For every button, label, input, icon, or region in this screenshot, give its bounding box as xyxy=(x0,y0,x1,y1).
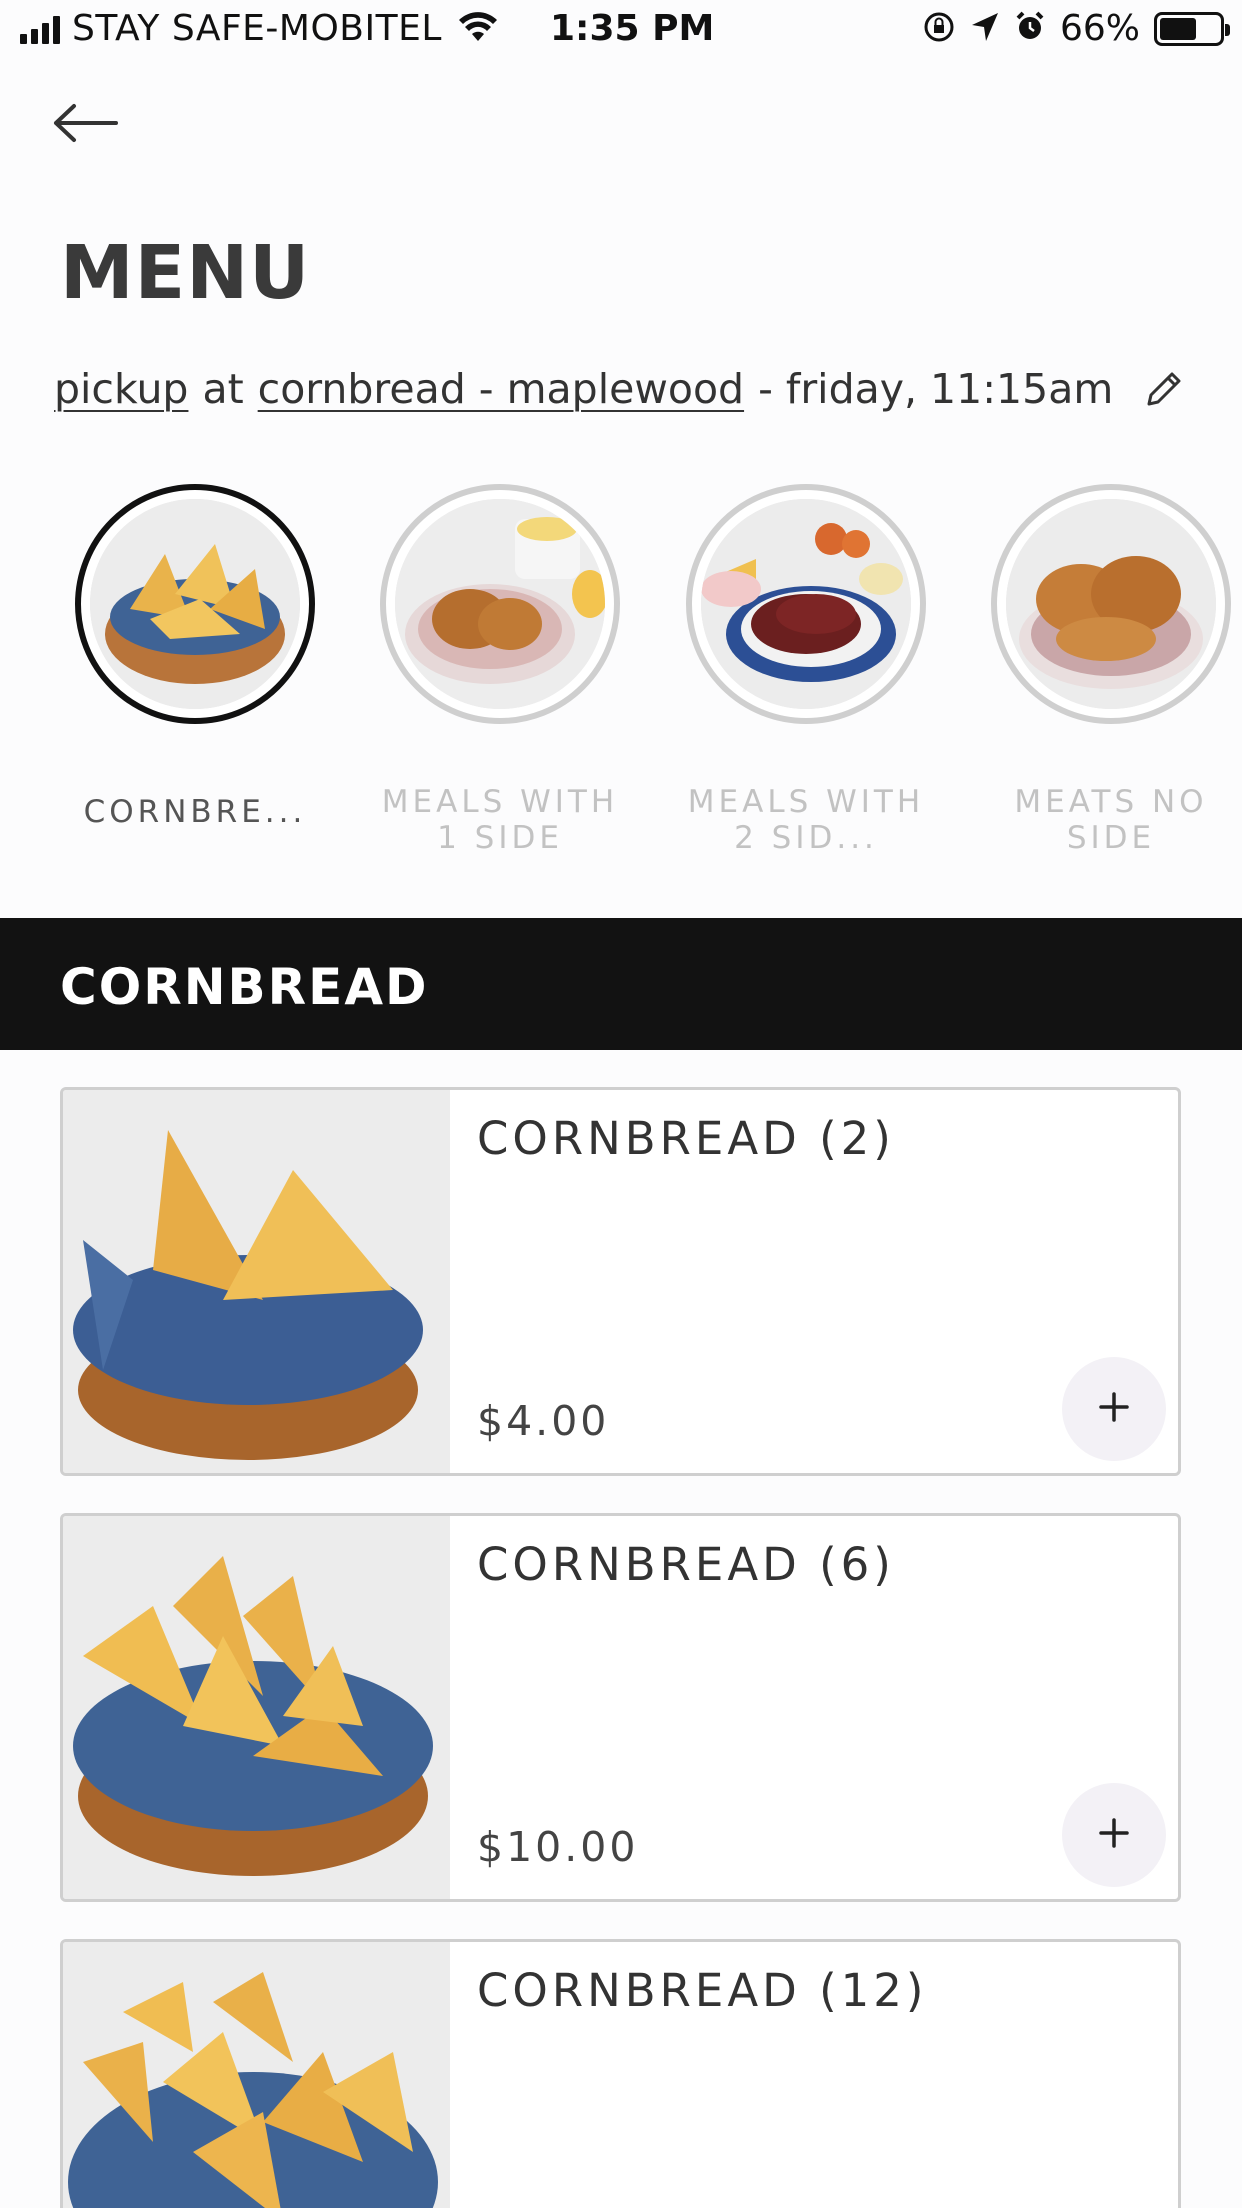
product-price: $4.00 xyxy=(477,1397,610,1445)
category-meats-no-side[interactable]: MEATS NO SIDE xyxy=(986,480,1236,856)
category-label: MEATS NO SIDE xyxy=(1014,784,1208,856)
clock: 1:35 PM xyxy=(550,8,715,49)
location-arrow-icon xyxy=(970,11,1000,47)
product-name: CORNBREAD (6) xyxy=(477,1538,895,1591)
product-name: CORNBREAD (12) xyxy=(477,1964,928,2017)
category-meals-with-2-sides[interactable]: MEALS WITH 2 SID... xyxy=(681,480,931,856)
product-name: CORNBREAD (2) xyxy=(477,1112,895,1165)
carrier-name: STAY SAFE-MOBITEL xyxy=(72,8,442,49)
wifi-icon xyxy=(458,11,498,47)
back-button[interactable] xyxy=(52,95,132,155)
pickup-schedule-text: - friday, 11:15am xyxy=(758,365,1114,413)
category-label: MEALS WITH 1 SIDE xyxy=(381,784,619,856)
arrow-left-icon xyxy=(52,103,118,147)
rotation-lock-icon xyxy=(922,10,956,48)
add-to-cart-button[interactable] xyxy=(1062,1783,1166,1887)
category-ring xyxy=(380,484,620,724)
category-image-cornbread xyxy=(90,499,300,709)
status-right: 66% xyxy=(922,8,1230,49)
category-label: MEALS WITH 2 SID... xyxy=(687,784,925,856)
product-card[interactable]: CORNBREAD (2) $4.00 xyxy=(60,1087,1181,1476)
section-title: CORNBREAD xyxy=(60,958,429,1016)
category-cornbread[interactable]: CORNBRE... xyxy=(70,480,320,830)
category-label: CORNBRE... xyxy=(83,794,307,830)
product-image xyxy=(63,1942,450,2208)
page-title: MENU xyxy=(60,230,311,316)
product-price: $10.00 xyxy=(477,1823,639,1871)
product-image xyxy=(63,1090,450,1473)
plus-icon xyxy=(1097,1390,1131,1428)
category-image-meats-no-side xyxy=(1006,499,1216,709)
product-image xyxy=(63,1516,450,1899)
pickup-at-text: at xyxy=(202,365,244,413)
battery-icon xyxy=(1154,11,1230,46)
category-carousel[interactable]: CORNBRE... MEALS WITH 1 SIDE MEALS WITH … xyxy=(0,480,1242,860)
product-card[interactable]: CORNBREAD (12) xyxy=(60,1939,1181,2208)
category-ring xyxy=(75,484,315,724)
plus-icon xyxy=(1097,1816,1131,1854)
status-left: STAY SAFE-MOBITEL xyxy=(20,8,498,49)
category-ring xyxy=(991,484,1231,724)
battery-percent: 66% xyxy=(1059,8,1140,49)
pickup-details: pickup at cornbread - maplewood - friday… xyxy=(54,365,1185,413)
product-card[interactable]: CORNBREAD (6) $10.00 xyxy=(60,1513,1181,1902)
status-bar: STAY SAFE-MOBITEL 1:35 PM 66% xyxy=(0,0,1242,62)
pencil-icon[interactable] xyxy=(1143,368,1185,410)
pickup-location-link[interactable]: cornbread - maplewood xyxy=(258,365,744,413)
alarm-icon xyxy=(1014,10,1046,48)
category-image-meals-2-sides xyxy=(701,499,911,709)
category-image-meals-1-side xyxy=(395,499,605,709)
section-header: CORNBREAD xyxy=(0,918,1242,1050)
pickup-mode-link[interactable]: pickup xyxy=(54,365,188,413)
category-ring xyxy=(686,484,926,724)
add-to-cart-button[interactable] xyxy=(1062,1357,1166,1461)
category-meals-with-1-side[interactable]: MEALS WITH 1 SIDE xyxy=(375,480,625,856)
signal-icon xyxy=(20,14,60,44)
